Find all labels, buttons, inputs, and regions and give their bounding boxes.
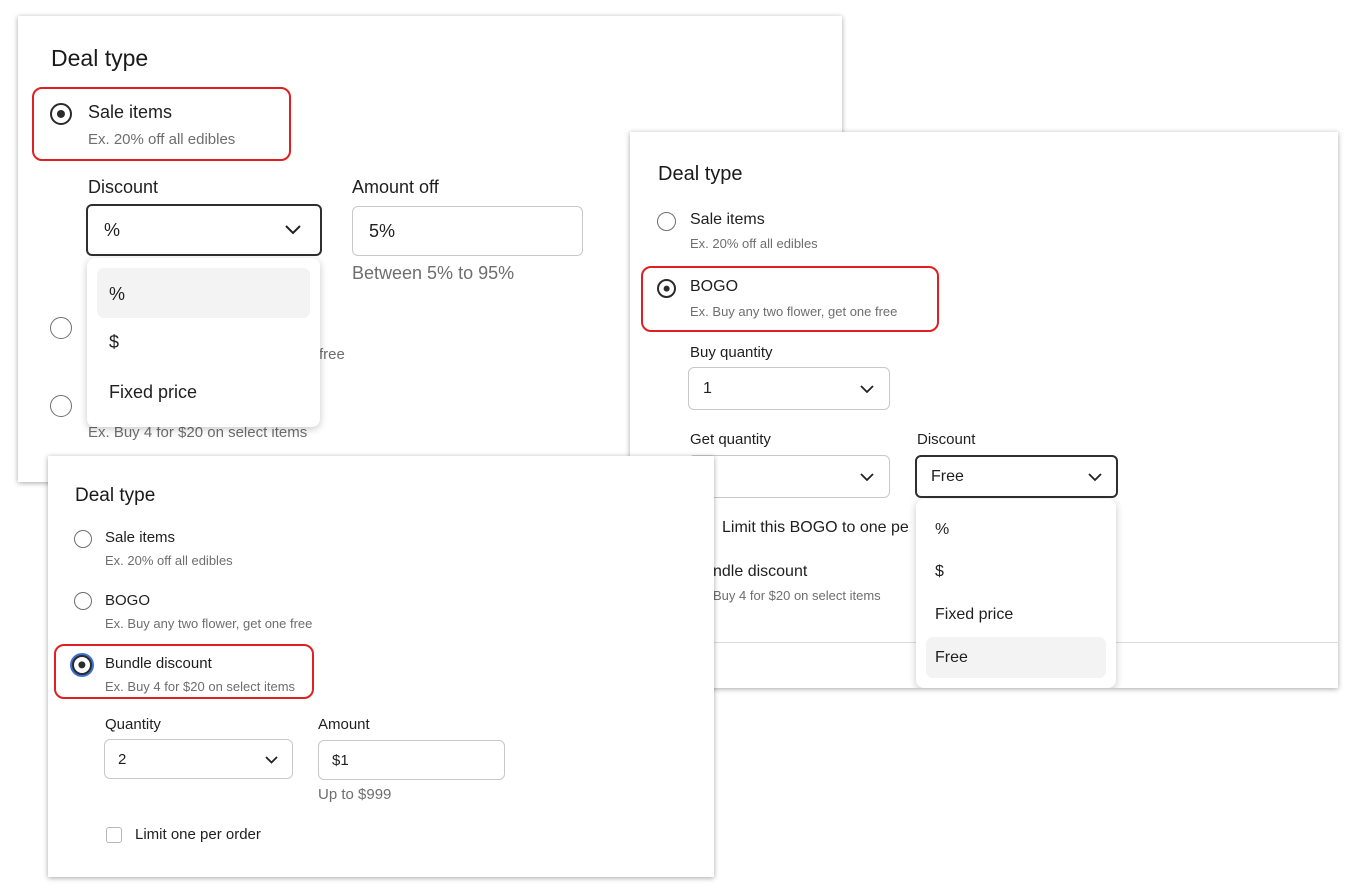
checkbox-icon[interactable] [106,827,122,843]
radio-icon[interactable] [50,395,72,417]
panel-title: Deal type [75,485,156,506]
quantity-label: Quantity [105,716,161,733]
amount-off-helper: Between 5% to 95% [352,263,515,283]
sale-items-label: Sale items [105,529,176,546]
discount-select[interactable]: % [86,204,322,256]
panel-title: Deal type [51,45,149,71]
bogo-desc: Ex. Buy any two flower, get one free [690,304,898,319]
bogo-label: BOGO [690,278,739,295]
buy-quantity-label: Buy quantity [690,344,773,361]
radio-icon[interactable] [50,317,72,339]
radio-icon[interactable] [74,592,92,610]
amount-off-value: 5% [369,221,396,241]
radio-icon[interactable] [657,279,676,298]
radio-icon[interactable] [657,212,676,231]
bogo-label: BOGO [105,592,151,609]
bundle-discount-desc: Buy 4 for $20 on select items [713,588,881,603]
sale-items-desc: Ex. 20% off all edibles [88,131,236,148]
limit-one-label: Limit one per order [135,826,261,843]
chevron-down-icon [285,225,301,235]
buy-quantity-select[interactable]: 1 [688,367,890,410]
chevron-down-icon [860,385,874,394]
sale-items-desc: Ex. 20% off all edibles [690,236,818,251]
discount-dropdown-menu: % $ Fixed price Free [916,499,1116,688]
bogo-desc: Ex. Buy any two flower, get one free [105,616,313,631]
discount-select-value: % [104,220,121,240]
limit-bogo-label: Limit this BOGO to one pe [722,519,909,536]
chevron-down-icon [1088,473,1102,482]
amount-input[interactable]: $1 [318,740,505,780]
discount-label: Discount [88,177,159,197]
bundle-discount-desc: Ex. Buy 4 for $20 on select items [105,679,296,694]
menu-option-dollar[interactable]: $ [926,550,1106,593]
radio-icon[interactable] [72,655,92,675]
deal-type-panel-bundle: Deal type Sale items Ex. 20% off all edi… [48,456,714,877]
discount-dropdown-menu: % $ Fixed price [87,258,320,427]
highlight-box [641,266,939,332]
amount-label: Amount [318,716,370,733]
get-quantity-label: Get quantity [690,431,771,448]
bogo-desc-partial: free [319,346,345,363]
bundle-discount-label: Bundle discount [105,655,212,672]
menu-option-percent[interactable]: % [926,507,1106,550]
sale-items-desc: Ex. 20% off all edibles [105,553,233,568]
radio-icon[interactable] [50,103,72,125]
radio-icon[interactable] [74,530,92,548]
panel-title: Deal type [658,163,743,185]
get-quantity-select[interactable] [688,455,890,498]
amount-helper: Up to $999 [318,786,392,803]
menu-option-percent[interactable]: % [97,268,310,318]
deal-type-panel-bogo: Deal type Sale items Ex. 20% off all edi… [630,132,1338,688]
sale-items-label: Sale items [690,211,765,228]
menu-option-free[interactable]: Free [926,637,1106,678]
amount-off-label: Amount off [352,177,439,197]
chevron-down-icon [860,473,874,482]
sale-items-label: Sale items [88,102,173,122]
menu-option-fixed-price[interactable]: Fixed price [926,593,1106,636]
discount-label: Discount [917,431,976,448]
menu-option-fixed-price[interactable]: Fixed price [97,368,310,418]
chevron-down-icon [265,756,278,764]
amount-off-input[interactable]: 5% [352,206,583,256]
menu-option-dollar[interactable]: $ [97,318,310,368]
discount-select[interactable]: Free [915,455,1118,498]
quantity-select[interactable]: 2 [104,739,293,779]
bundle-discount-label: ndle discount [713,563,808,580]
highlight-box [32,87,291,161]
